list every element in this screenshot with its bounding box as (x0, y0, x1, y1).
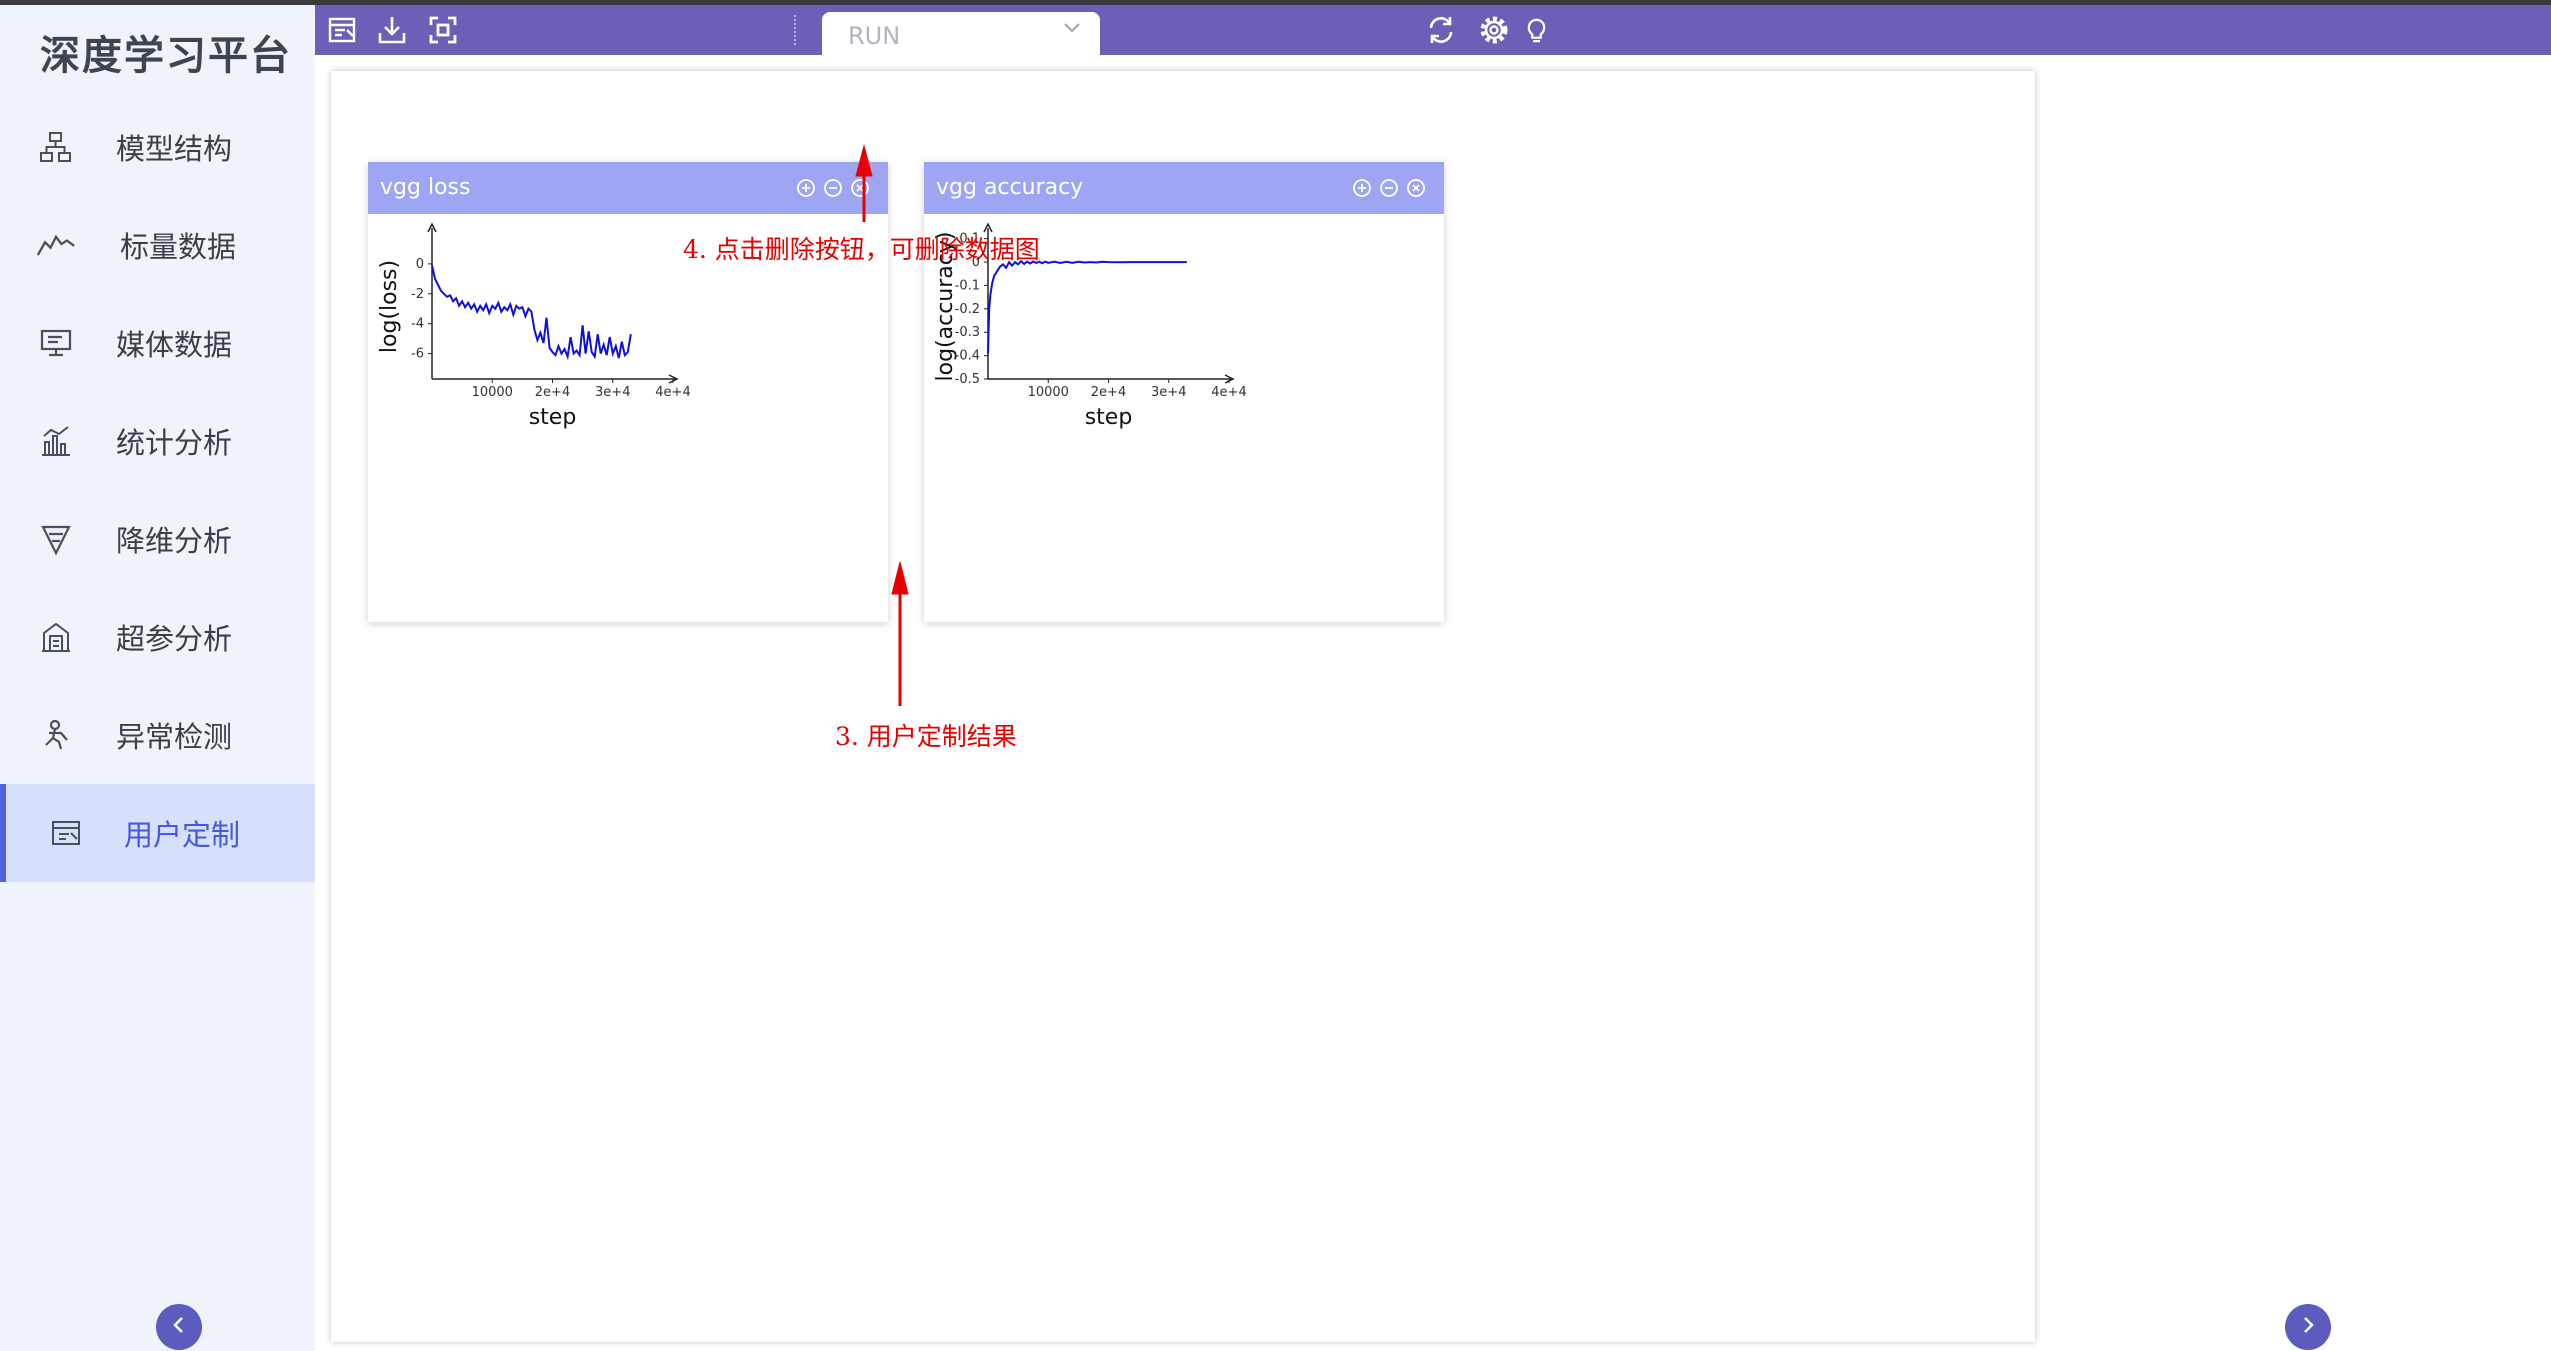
sidebar-item-label: 异常检测 (116, 720, 233, 754)
download-icon[interactable] (375, 13, 409, 47)
y-tick-label: -0.2 (955, 302, 980, 317)
x-tick-label: 3e+4 (595, 385, 630, 400)
y-tick-label: 0 (416, 257, 424, 272)
card-title: vgg accuracy (936, 175, 1084, 200)
run-select[interactable]: RUN (822, 12, 1100, 55)
scalar-line-icon (36, 225, 76, 265)
top-toolbar: RUN (315, 5, 2551, 55)
sidebar-item-label: 标量数据 (120, 230, 237, 264)
y-tick-label: -4 (411, 317, 424, 332)
app-title: 深度学习平台 (40, 33, 292, 79)
hyperparam-icon (36, 617, 76, 657)
toolbar-divider (794, 15, 796, 45)
chevron-down-icon (1062, 20, 1082, 39)
run-select-placeholder: RUN (848, 22, 901, 50)
zoom-out-icon[interactable] (1379, 178, 1399, 198)
custom-layout-icon[interactable] (325, 13, 359, 47)
lightbulb-icon[interactable] (1522, 13, 1551, 47)
card-title: vgg loss (380, 175, 471, 200)
chevron-right-icon (2298, 1315, 2318, 1339)
collapse-sidebar-button[interactable] (156, 1304, 202, 1350)
sidebar-item-anomaly[interactable]: 异常检测 (0, 686, 315, 784)
sidebar-item-label: 媒体数据 (116, 328, 233, 362)
x-tick-label: 4e+4 (1211, 385, 1246, 400)
series-line (431, 265, 632, 361)
sidebar-item-scalar-data[interactable]: 标量数据 (0, 196, 315, 294)
y-tick-label: -0.4 (955, 349, 980, 364)
y-tick-label: -0.5 (955, 372, 980, 387)
card-header: vgg loss (368, 162, 888, 214)
result-hint-annotation: 3. 用户定制结果 (835, 722, 1017, 751)
custom-edit-icon (46, 813, 86, 853)
close-icon[interactable] (1406, 178, 1426, 198)
sidebar: 深度学习平台 模型结构 标量数据 媒体数据 统计分析 降维分析 超参分析 异常检… (0, 5, 315, 1351)
delete-hint-annotation: 4. 点击删除按钮，可删除数据图 (683, 235, 1040, 264)
x-tick-label: 10000 (1028, 385, 1069, 400)
model-structure-icon (36, 127, 76, 167)
anomaly-person-icon (36, 715, 76, 755)
sidebar-item-model-structure[interactable]: 模型结构 (0, 98, 315, 196)
accuracy-line-chart: 10000 2e+4 3e+4 4e+40.10-0.1-0.2-0.3-0.4-0.… (933, 222, 1247, 430)
zoom-in-icon[interactable] (796, 178, 816, 198)
series-line (987, 259, 1187, 354)
sidebar-item-label: 统计分析 (116, 426, 233, 460)
sidebar-item-hyperparam[interactable]: 超参分析 (0, 588, 315, 686)
funnel-icon (36, 519, 76, 559)
custom-dashboard-panel: vgg loss 10000 2e+4 3e+4 4e+4 0 -2 -4 -6 step log… (331, 71, 2035, 1342)
media-monitor-icon (36, 323, 76, 363)
x-tick-label: 3e+4 (1151, 385, 1186, 400)
y-tick-label: -0.3 (955, 325, 980, 340)
chevron-left-icon (169, 1315, 189, 1339)
x-tick-label: 2e+4 (535, 385, 570, 400)
gear-icon[interactable] (1477, 13, 1511, 47)
sidebar-item-label: 模型结构 (116, 132, 233, 166)
x-tick-label: 4e+4 (655, 385, 690, 400)
zoom-out-icon[interactable] (823, 178, 843, 198)
y-tick-label: -0.1 (955, 278, 980, 293)
sidebar-item-statistics[interactable]: 统计分析 (0, 392, 315, 490)
sidebar-item-media-data[interactable]: 媒体数据 (0, 294, 315, 392)
x-axis-label: step (1085, 405, 1133, 430)
zoom-in-icon[interactable] (1352, 178, 1372, 198)
sidebar-item-label: 超参分析 (116, 622, 233, 656)
refresh-icon[interactable] (1424, 13, 1458, 47)
sidebar-item-label: 降维分析 (116, 524, 233, 558)
card-header: vgg accuracy (924, 162, 1444, 214)
x-axis-label: step (529, 405, 577, 430)
sidebar-item-dim-reduction[interactable]: 降维分析 (0, 490, 315, 588)
y-tick-label: -2 (411, 287, 424, 302)
loss-line-chart: 10000 2e+4 3e+4 4e+4 0 -2 -4 -6 step log(loss) (377, 222, 691, 430)
x-tick-label: 2e+4 (1091, 385, 1126, 400)
fullscreen-icon[interactable] (426, 13, 460, 47)
close-icon[interactable] (850, 178, 870, 198)
y-tick-label: -6 (411, 347, 424, 362)
next-page-button[interactable] (2285, 1304, 2331, 1350)
y-axis-label: log(loss) (377, 260, 402, 353)
sidebar-item-custom[interactable]: 用户定制 (0, 784, 315, 882)
statistics-bar-icon (36, 421, 76, 461)
x-tick-label: 10000 (472, 385, 513, 400)
sidebar-item-label: 用户定制 (124, 818, 241, 852)
